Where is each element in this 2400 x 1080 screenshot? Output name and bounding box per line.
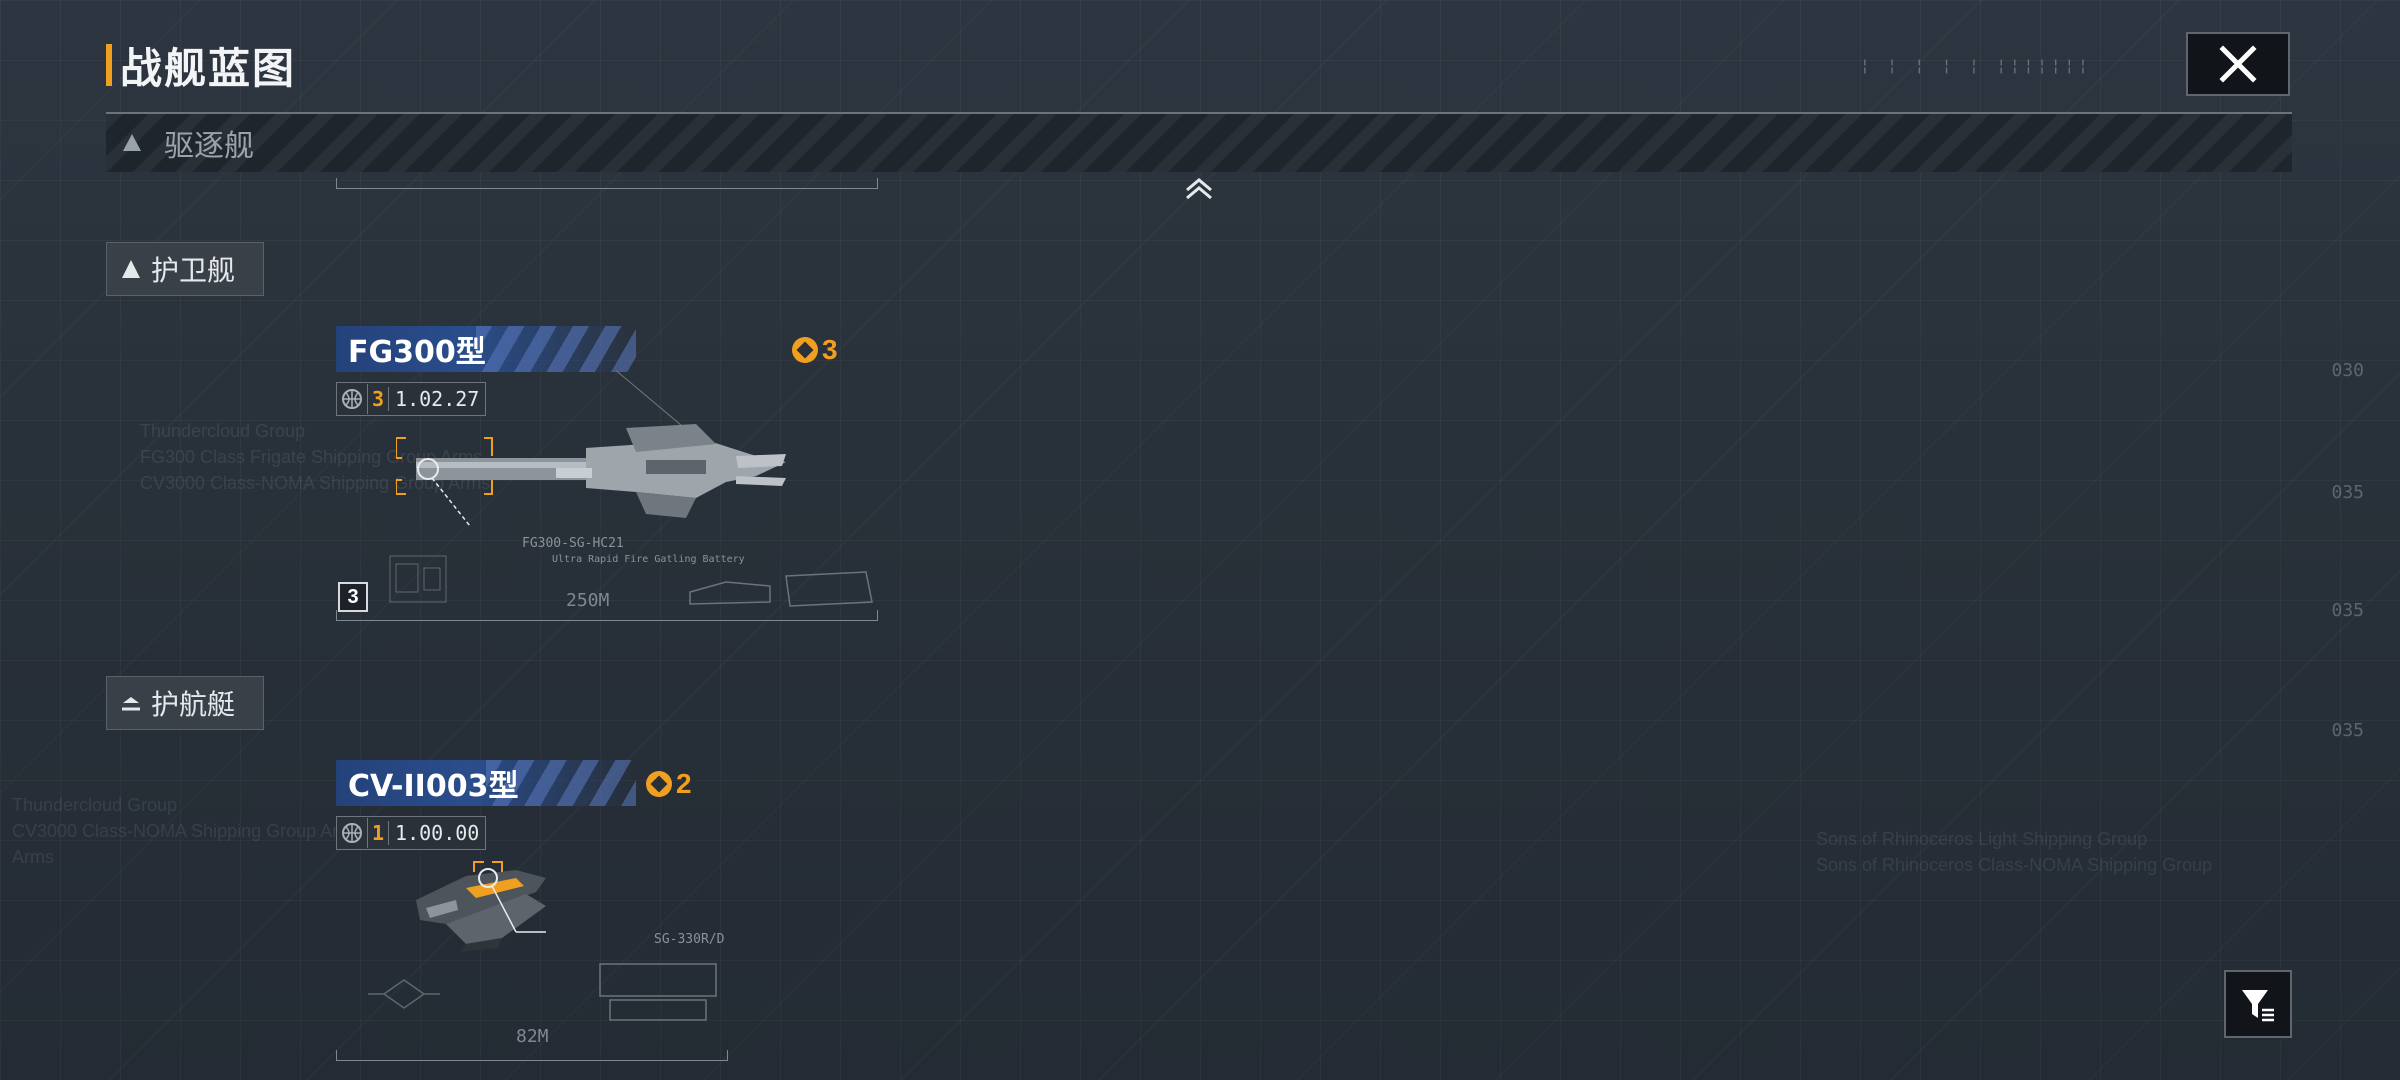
weapon-code: SG-330R/D	[654, 932, 725, 947]
section-corvette[interactable]: 护航艇	[106, 676, 264, 730]
close-icon	[2219, 45, 2257, 83]
schematic-icon	[689, 571, 873, 607]
coin-icon	[792, 337, 818, 363]
edge-number: 035	[2331, 720, 2364, 741]
blueprint-count: 3	[368, 387, 390, 411]
schematic-icon	[599, 963, 717, 1021]
filter-button[interactable]	[2224, 970, 2292, 1038]
category-bar-destroyer[interactable]: 驱逐舰	[106, 114, 2292, 172]
coin-icon	[646, 771, 672, 797]
ship-name: CV-II003型	[348, 769, 519, 804]
blueprint-version: 1.02.27	[395, 387, 480, 411]
collapse-chevron-icon[interactable]	[1184, 176, 1214, 202]
edge-number: 035	[2331, 482, 2364, 503]
ship-name-tag: CV-II003型	[336, 760, 636, 806]
decorative-ticks: ¦ ¦ ¦ ¦ ¦ ¦¦¦¦¦¦¦	[1860, 56, 2092, 75]
schematic-icon	[389, 555, 447, 603]
close-button[interactable]	[2186, 32, 2290, 96]
globe-icon	[337, 384, 368, 414]
name-tag-stripes	[476, 326, 636, 372]
ship-name: FG300型	[348, 335, 486, 370]
length-ruler	[336, 178, 878, 189]
header: 战舰蓝图	[106, 40, 296, 93]
edge-number: 030	[2331, 360, 2364, 381]
filter-icon	[2242, 990, 2274, 1022]
token-count: 3	[822, 334, 838, 365]
ship-name-tag: FG300型	[336, 326, 636, 372]
length-ruler	[336, 1050, 728, 1061]
ship-cv-ii003-image	[416, 861, 546, 952]
title-accent-bar	[106, 44, 112, 86]
ship-length: 82M	[516, 1026, 549, 1047]
stat-row: 1 1.00.00	[336, 816, 487, 850]
ship-card-cv-ii003[interactable]: CV-II003型 2 1 1.00.00 SG-330R/D 82M	[336, 760, 876, 1062]
level-badge: 3	[338, 582, 368, 612]
ship-fg300-image	[396, 424, 786, 527]
globe-icon	[337, 818, 368, 848]
blueprint-version: 1.00.00	[395, 821, 480, 845]
chevron-stack-icon	[122, 697, 140, 711]
token-count: 2	[676, 768, 692, 799]
weapon-code: FG300-SG-HC21	[522, 536, 624, 551]
stat-row: 3 1.02.27	[336, 382, 487, 416]
category-label: 驱逐舰	[164, 129, 254, 164]
schematic-icon	[368, 979, 440, 1009]
bg-text-right: Sons of Rhinoceros Light Shipping Group …	[1816, 829, 2213, 875]
triangle-icon	[122, 260, 140, 278]
token-badge: 2	[646, 768, 692, 800]
bg-text-left-lower: Thundercloud Group CV3000 Class-NOMA Shi…	[12, 795, 362, 867]
section-label: 护卫舰	[151, 254, 236, 287]
blueprint-count: 1	[368, 821, 390, 845]
page-title: 战舰蓝图	[120, 43, 297, 93]
token-badge: 3	[792, 334, 838, 366]
section-frigate[interactable]: 护卫舰	[106, 242, 264, 296]
ship-length: 250M	[566, 590, 610, 611]
triangle-icon	[123, 134, 141, 151]
ship-card-fg300[interactable]: FG300型 3 3 1.02.27 FG300-SG-HC21 Ultra R…	[336, 326, 878, 632]
edge-number: 035	[2331, 600, 2364, 621]
length-ruler	[336, 610, 878, 621]
section-label: 护航艇	[151, 688, 236, 721]
